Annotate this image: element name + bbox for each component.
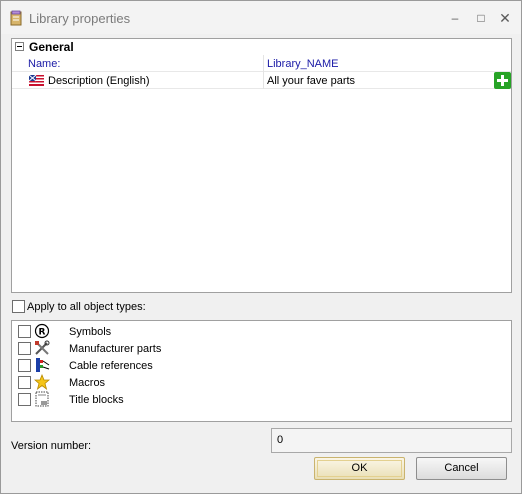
- manufacturer-parts-checkbox[interactable]: [18, 342, 31, 355]
- list-item-title-blocks[interactable]: Title blocks: [12, 391, 511, 408]
- version-number-value: 0: [277, 434, 284, 446]
- property-name: Description (English): [48, 75, 150, 87]
- add-translation-icon[interactable]: [494, 72, 511, 89]
- title-blocks-checkbox[interactable]: [18, 393, 31, 406]
- us-uk-flag-icon: [29, 75, 44, 86]
- cable-references-checkbox[interactable]: [18, 359, 31, 372]
- apply-all-checkbox[interactable]: [12, 300, 25, 313]
- column-divider: [263, 72, 264, 89]
- type-label: Macros: [69, 377, 106, 389]
- type-label: Cable references: [69, 360, 153, 372]
- property-name: Name:: [28, 58, 61, 70]
- cancel-button[interactable]: Cancel: [416, 457, 507, 480]
- type-label: Symbols: [69, 326, 112, 338]
- maximize-button[interactable]: □: [473, 10, 489, 26]
- object-types-list: R Symbols Manufacturer parts Cable refer…: [11, 320, 512, 422]
- property-row-description[interactable]: Description (English) All your fave part…: [12, 72, 511, 89]
- apply-all-label: Apply to all object types:: [27, 301, 146, 313]
- cable-references-icon: [36, 358, 50, 372]
- symbols-checkbox[interactable]: [18, 325, 31, 338]
- list-item-macros[interactable]: Macros: [12, 374, 511, 391]
- type-label: Manufacturer parts: [69, 343, 162, 355]
- manufacturer-parts-icon: [35, 340, 50, 355]
- minimize-button[interactable]: –: [447, 10, 463, 26]
- version-number-field: 0: [271, 428, 512, 453]
- window-title: Library properties: [29, 11, 131, 26]
- title-block-icon: [35, 391, 49, 407]
- list-item-cable-references[interactable]: Cable references: [12, 357, 511, 374]
- list-item-manufacturer-parts[interactable]: Manufacturer parts: [12, 340, 511, 357]
- version-number-label: Version number:: [11, 440, 92, 452]
- property-row-name[interactable]: Name: Library_NAME: [12, 55, 511, 72]
- collapse-icon[interactable]: [15, 42, 24, 51]
- title-bar: Library properties – □ ✕: [1, 1, 521, 34]
- column-divider: [263, 55, 264, 72]
- property-value-description[interactable]: All your fave parts: [267, 75, 355, 87]
- cancel-label: Cancel: [444, 462, 479, 474]
- type-label: Title blocks: [69, 394, 124, 406]
- property-value-name[interactable]: Library_NAME: [267, 58, 339, 70]
- library-icon: [10, 10, 22, 26]
- svg-text:R: R: [39, 328, 46, 338]
- library-properties-dialog: Library properties – □ ✕ General Name: L…: [0, 0, 522, 494]
- symbol-icon: R: [34, 323, 50, 339]
- ok-button[interactable]: OK: [314, 457, 405, 480]
- ok-label: OK: [351, 462, 368, 474]
- close-button[interactable]: ✕: [497, 10, 513, 26]
- macros-checkbox[interactable]: [18, 376, 31, 389]
- macro-star-icon: [34, 374, 50, 390]
- list-item-symbols[interactable]: R Symbols: [12, 323, 511, 340]
- category-label: General: [29, 40, 74, 54]
- property-grid[interactable]: General Name: Library_NAME Description (…: [11, 38, 512, 293]
- category-row-general[interactable]: General: [12, 39, 511, 55]
